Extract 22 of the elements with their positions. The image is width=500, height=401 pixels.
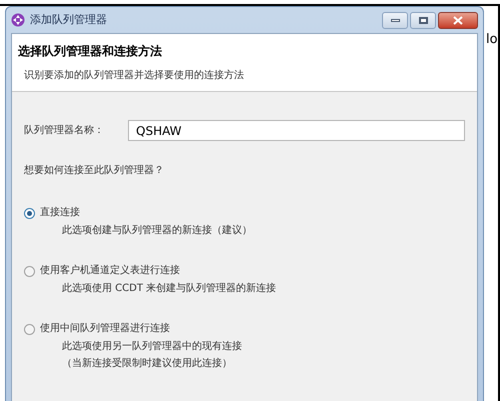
close-icon (453, 16, 463, 24)
option-label[interactable]: 直接连接 (40, 205, 80, 221)
window-title: 添加队列管理器 (30, 12, 107, 28)
option-label[interactable]: 使用客户机通道定义表进行连接 (40, 263, 180, 279)
page-title: 选择队列管理器和连接方法 (18, 43, 163, 60)
radio-button[interactable] (24, 266, 35, 276)
option-description: 此选项使用 CCDT 来创建与队列管理器的新连接 (62, 282, 278, 296)
option-description: 此选项使用另一队列管理器中的现有连接 (62, 340, 243, 354)
option-label[interactable]: 使用中间队列管理器进行连接 (40, 321, 170, 337)
maximize-button[interactable] (410, 12, 436, 28)
name-field[interactable]: QSHAW (128, 120, 465, 141)
minimize-button[interactable] (382, 12, 408, 28)
background-text: lo (486, 31, 498, 49)
option-description: 此选项创建与队列管理器的新连接（建议） (62, 224, 253, 238)
option-description: （当新连接受限制时建议使用此连接） (62, 356, 233, 371)
radio-button[interactable] (24, 208, 35, 218)
page-subtitle: 识别要添加的队列管理器并选择要使用的连接方法 (23, 68, 245, 83)
app-icon (11, 13, 25, 27)
radio-button[interactable] (24, 324, 35, 334)
question-text: 想要如何连接至此队列管理器？ (24, 164, 165, 178)
close-button[interactable] (438, 12, 478, 28)
field-label: 队列管理器名称： (24, 124, 105, 138)
